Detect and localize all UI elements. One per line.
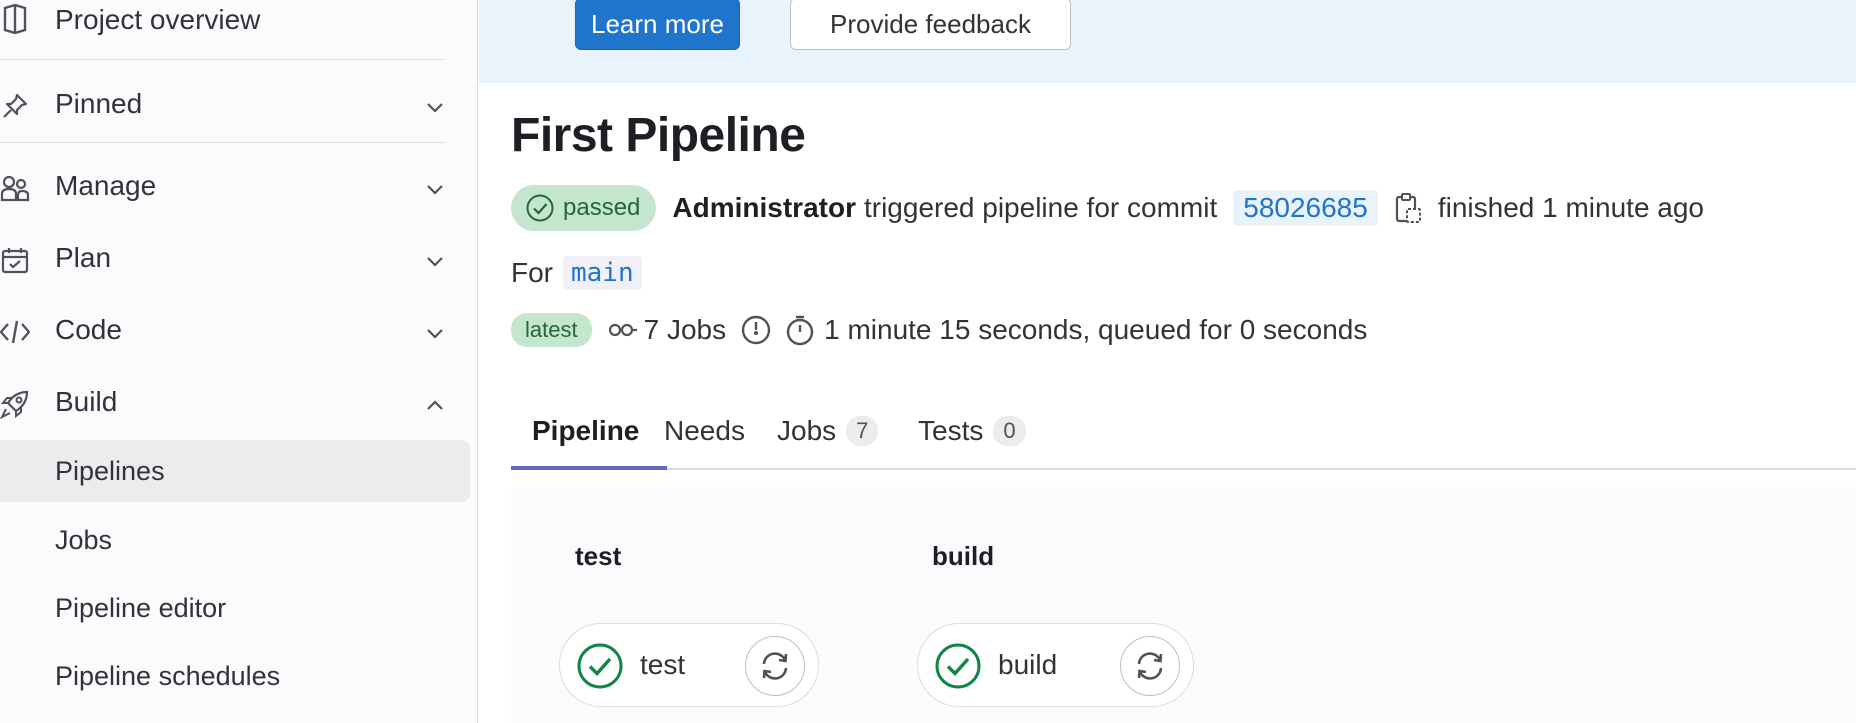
code-icon bbox=[0, 317, 30, 347]
retry-button[interactable] bbox=[1120, 636, 1180, 696]
status-success-icon bbox=[577, 643, 623, 689]
job-pill[interactable]: build bbox=[917, 623, 1194, 707]
sidebar-subitem-label: Pipeline editor bbox=[55, 592, 227, 623]
users-icon bbox=[0, 173, 30, 203]
chevron-down-icon bbox=[427, 257, 443, 267]
commit-sha-link[interactable]: 58026685 bbox=[1233, 190, 1378, 226]
sidebar-item-plan[interactable]: Plan bbox=[0, 238, 470, 282]
sidebar-subitem-pipeline-schedules[interactable]: Pipeline schedules bbox=[0, 645, 470, 707]
timer-icon bbox=[786, 315, 814, 346]
status-text: passed bbox=[563, 194, 641, 221]
pin-icon bbox=[0, 91, 30, 121]
sidebar-divider bbox=[0, 59, 445, 60]
calendar-icon bbox=[0, 245, 30, 275]
project-icon bbox=[0, 4, 30, 34]
sidebar: Project overview Pinned Manage Plan Code bbox=[0, 0, 478, 723]
sidebar-item-code[interactable]: Code bbox=[0, 310, 470, 354]
pipeline-meta: passed Administrator triggered pipeline … bbox=[511, 185, 1704, 231]
tab-label: Jobs bbox=[777, 415, 837, 446]
jobs-count-text: 7 Jobs bbox=[643, 314, 727, 345]
tab-needs[interactable]: Needs bbox=[664, 392, 745, 470]
sidebar-subitem-pipelines[interactable]: Pipelines bbox=[0, 440, 470, 502]
sidebar-item-label: Plan bbox=[55, 242, 112, 273]
sidebar-item-pinned[interactable]: Pinned bbox=[0, 84, 470, 128]
sidebar-subitem-pipeline-editor[interactable]: Pipeline editor bbox=[0, 577, 470, 639]
job-name: build bbox=[998, 649, 1058, 680]
feedback-banner: Learn more Provide feedback bbox=[479, 0, 1856, 83]
for-label: For bbox=[511, 257, 553, 288]
tab-label: Tests bbox=[918, 415, 984, 446]
sidebar-subitem-label: Pipelines bbox=[55, 455, 165, 486]
pipeline-tabs: Pipeline Needs Jobs 7 Tests 0 bbox=[511, 392, 1856, 470]
chevron-down-icon bbox=[427, 185, 443, 195]
pipeline-icon bbox=[608, 323, 637, 337]
pipeline-graph: test test build build bbox=[511, 487, 1856, 723]
tab-label: Needs bbox=[664, 415, 745, 446]
gauge-icon bbox=[741, 315, 771, 345]
retry-icon bbox=[762, 652, 788, 680]
status-success-icon bbox=[935, 643, 981, 689]
chevron-down-icon bbox=[427, 329, 443, 339]
sidebar-item-build[interactable]: Build bbox=[0, 382, 470, 426]
sidebar-subitem-jobs[interactable]: Jobs bbox=[0, 509, 470, 571]
sidebar-item-label: Manage bbox=[55, 170, 157, 201]
job-name: test bbox=[640, 649, 686, 680]
branch-row: For main bbox=[511, 253, 642, 293]
tab-count-badge: 7 bbox=[846, 416, 879, 446]
provide-feedback-button[interactable]: Provide feedback bbox=[790, 0, 1071, 50]
sidebar-item-label: Code bbox=[55, 314, 122, 345]
pipeline-info: latest 7 Jobs 1 minute 15 seconds, queue… bbox=[511, 310, 1367, 350]
tab-jobs[interactable]: Jobs 7 bbox=[777, 392, 879, 470]
page-title: First Pipeline bbox=[511, 109, 806, 162]
status-success-icon bbox=[526, 194, 554, 222]
branch-link[interactable]: main bbox=[563, 256, 642, 290]
sidebar-item-project-overview[interactable]: Project overview bbox=[0, 0, 470, 38]
retry-icon bbox=[1137, 652, 1163, 680]
finished-text: finished 1 minute ago bbox=[1437, 192, 1705, 223]
copy-icon[interactable] bbox=[1394, 192, 1422, 224]
sidebar-item-label: Build bbox=[55, 386, 118, 417]
tab-count-badge: 0 bbox=[993, 416, 1026, 446]
retry-button[interactable] bbox=[745, 636, 805, 696]
sidebar-divider bbox=[0, 142, 445, 143]
tab-label: Pipeline bbox=[532, 415, 640, 446]
stage-title: build bbox=[932, 541, 995, 571]
stage-title: test bbox=[575, 541, 622, 571]
rocket-icon bbox=[0, 389, 30, 419]
author-link[interactable]: Administrator bbox=[672, 192, 856, 224]
sidebar-item-label: Pinned bbox=[55, 88, 143, 119]
tab-pipeline[interactable]: Pipeline bbox=[532, 392, 639, 470]
learn-more-button[interactable]: Learn more bbox=[575, 0, 740, 50]
sidebar-subitem-label: Jobs bbox=[55, 524, 113, 555]
chevron-down-icon bbox=[427, 103, 443, 113]
duration-text: 1 minute 15 seconds, queued for 0 second… bbox=[824, 314, 1368, 345]
tab-tests[interactable]: Tests 0 bbox=[918, 392, 1026, 470]
sidebar-item-manage[interactable]: Manage bbox=[0, 166, 470, 210]
sidebar-item-label: Project overview bbox=[55, 4, 261, 35]
sidebar-subitem-label: Pipeline schedules bbox=[55, 660, 281, 691]
latest-badge: latest bbox=[511, 313, 592, 347]
triggered-text: triggered pipeline for commit bbox=[863, 192, 1218, 223]
active-tab-indicator bbox=[511, 466, 667, 470]
job-pill[interactable]: test bbox=[559, 623, 819, 707]
chevron-up-icon bbox=[427, 400, 443, 410]
main-content: Learn more Provide feedback First Pipeli… bbox=[479, 0, 1856, 723]
status-badge[interactable]: passed bbox=[511, 185, 657, 231]
